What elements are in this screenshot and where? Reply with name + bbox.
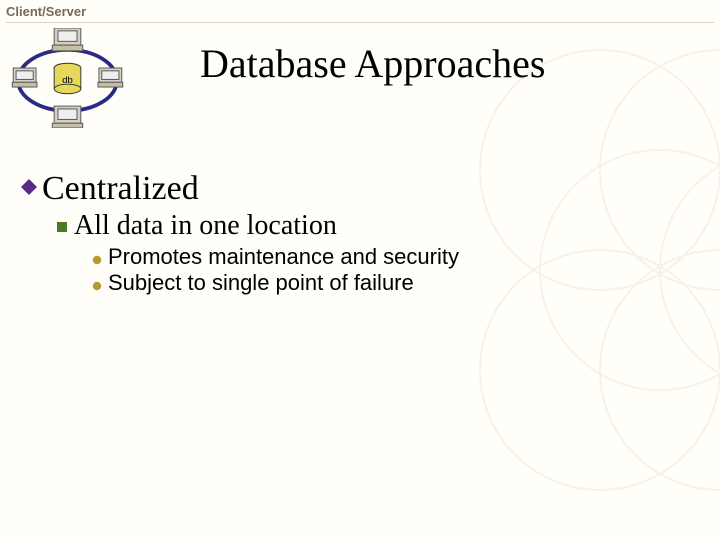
bullet-lvl3-text: Subject to single point of failure (108, 270, 414, 296)
db-label: db (62, 75, 73, 86)
content-area: Centralized All data in one location Pro… (20, 170, 700, 296)
bullet-lvl3-text: Promotes maintenance and security (108, 244, 459, 270)
bullet-lvl3: Subject to single point of failure (92, 270, 700, 296)
slide-title: Database Approaches (200, 40, 700, 87)
header-divider (6, 22, 714, 23)
square-bullet-icon (56, 220, 74, 238)
bullet-lvl2: All data in one location (56, 210, 700, 242)
diamond-bullet-icon (20, 178, 42, 201)
circle-bullet-icon (92, 252, 108, 270)
clientserver-logo: db (10, 28, 125, 128)
bullet-lvl2-text: All data in one location (74, 210, 337, 242)
circle-bullet-icon (92, 278, 108, 296)
bullet-lvl1: Centralized (20, 170, 700, 208)
header-label: Client/Server (6, 4, 86, 19)
bullet-lvl3: Promotes maintenance and security (92, 244, 700, 270)
bullet-lvl1-text: Centralized (42, 170, 199, 208)
